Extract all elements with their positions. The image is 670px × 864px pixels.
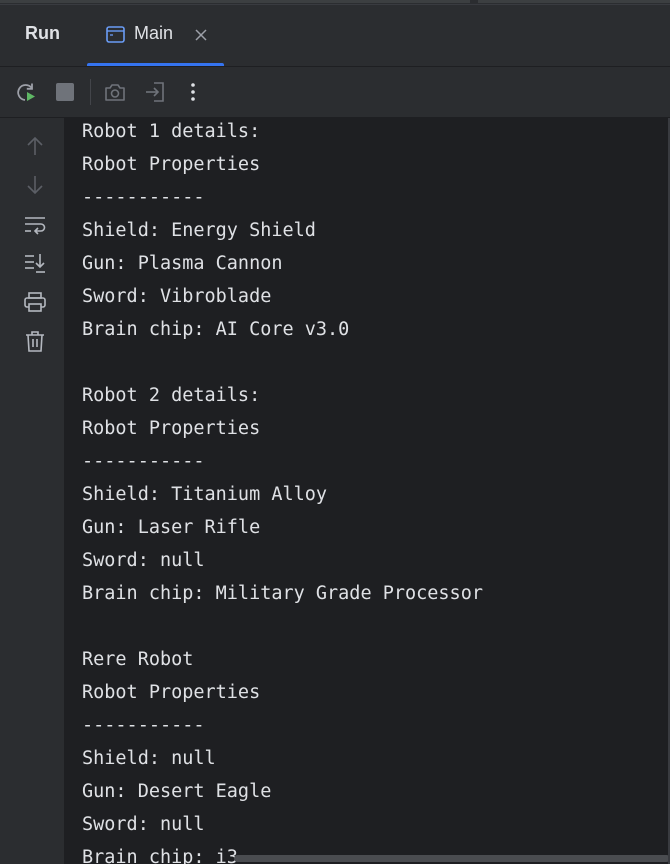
console-output[interactable]: Robot 1 details: Robot Properties --------… [64,118,670,864]
more-vertical-icon[interactable] [181,80,205,104]
soft-wrap-icon[interactable] [23,213,47,237]
tab-label: Main [134,23,174,43]
console-line: ----------- [82,187,205,208]
console-lines: Robot 1 details: Robot Properties --------… [82,118,483,864]
console-line: Sword: null [82,550,205,571]
console-line: Robot Properties [82,154,261,175]
scroll-to-end-icon[interactable] [23,251,47,275]
close-icon[interactable] [194,28,208,42]
console-gutter [0,118,64,864]
arrow-down-icon[interactable] [23,173,47,197]
horizontal-scrollbar[interactable] [64,853,670,864]
console-line: Brain chip: AI Core v3.0 [82,319,350,340]
console-line: Robot 1 details: [82,121,261,142]
camera-icon[interactable] [103,80,127,104]
console-line: ----------- [82,451,205,472]
application-icon [106,26,125,43]
console-line: Sword: null [82,814,205,835]
active-tab-indicator [87,63,224,66]
run-tool-window: Run Main Robot 1 details: Robot Properti… [0,0,670,864]
console-line: Shield: Energy Shield [82,220,316,241]
console-line: Gun: Plasma Cannon [82,253,283,274]
exit-icon[interactable] [143,80,167,104]
tool-window-title: Run [25,23,60,43]
console-blank-line [82,346,483,379]
console-line: Rere Robot [82,649,194,670]
console-line: Brain chip: Military Grade Processor [82,583,483,604]
stop-icon[interactable] [53,80,77,104]
console-line: Shield: null [82,748,216,769]
console-line: ----------- [82,715,205,736]
arrow-up-icon[interactable] [23,134,47,158]
scrollbar-thumb[interactable] [234,855,670,862]
rerun-icon[interactable] [14,80,38,104]
console-line: Shield: Titanium Alloy [82,484,328,505]
console-line: Gun: Laser Rifle [82,517,261,538]
console-blank-line [82,610,483,643]
console-line: Robot Properties [82,418,261,439]
top-strip-segment [478,0,670,3]
console-line: Robot Properties [82,682,261,703]
toolbar-separator [90,79,91,105]
console-line: Gun: Desert Eagle [82,781,272,802]
tab-main[interactable]: Main [87,5,224,66]
run-toolbar [0,67,670,118]
print-icon[interactable] [23,290,47,314]
trash-icon[interactable] [23,329,47,353]
console-line: Robot 2 details: [82,385,261,406]
top-strip-segment [0,0,470,3]
console-line: Sword: Vibroblade [82,286,272,307]
tool-window-header: Run Main [0,5,670,67]
